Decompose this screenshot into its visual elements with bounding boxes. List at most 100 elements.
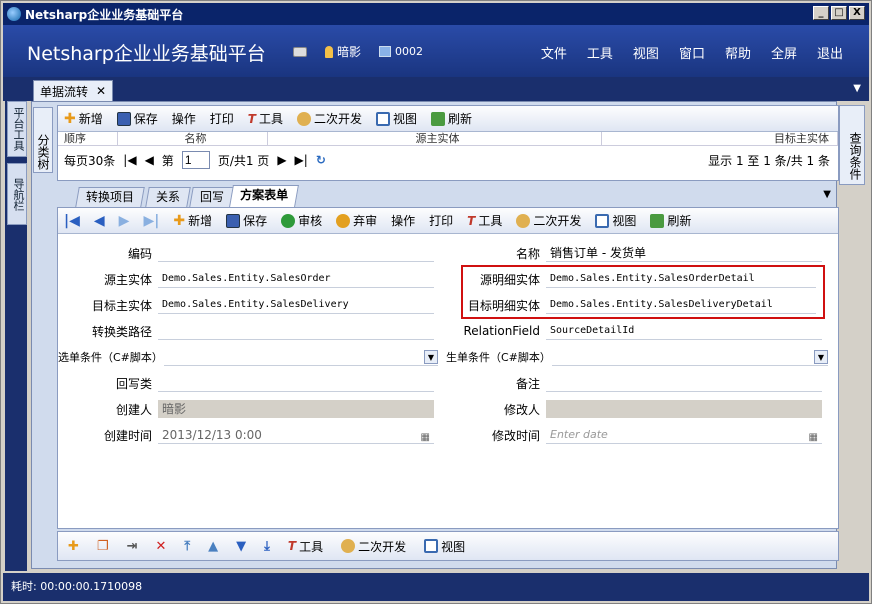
class-path-field[interactable]: [158, 322, 434, 340]
list-panel: ✚ 新增 保存 操作 打印 T 工具 二次开发 视图 刷新 顺序 名称 源主实体 目…: [57, 105, 839, 181]
view-button[interactable]: 视图: [376, 110, 417, 127]
dev-icon: [341, 539, 356, 553]
prev-page-icon[interactable]: ◀: [145, 153, 154, 167]
save-button[interactable]: 保存: [116, 110, 158, 127]
move-top-icon[interactable]: ⤒: [184, 539, 190, 554]
next-record-icon[interactable]: ▶: [119, 213, 130, 229]
query-conditions-tab[interactable]: 查询条件: [839, 105, 865, 185]
writeback-field[interactable]: [158, 374, 434, 392]
col-source-main[interactable]: 源主实体: [268, 132, 602, 145]
relation-field-label: RelationField: [463, 324, 540, 338]
form-tools-button[interactable]: T 工具: [467, 212, 502, 229]
maximize-button[interactable]: □: [831, 6, 847, 20]
name-field[interactable]: 销售订单 - 发货单: [546, 244, 822, 262]
target-main-field[interactable]: Demo.Sales.Entity.SalesDelivery: [158, 296, 434, 314]
terminal-info: 0002: [379, 45, 423, 58]
col-target-main[interactable]: 目标主实体: [602, 132, 838, 145]
relation-field[interactable]: SourceDetailId: [546, 322, 822, 340]
last-page-icon[interactable]: ▶|: [295, 153, 308, 167]
left-tab-navigation[interactable]: 导航栏: [7, 163, 27, 225]
add-row-icon[interactable]: ✚: [68, 539, 79, 554]
menu-help[interactable]: 帮助: [725, 43, 751, 62]
reload-icon[interactable]: ↻: [316, 153, 326, 167]
grid-header: 顺序 名称 源主实体 目标主实体: [58, 132, 838, 146]
source-main-field[interactable]: Demo.Sales.Entity.SalesOrder: [158, 270, 434, 288]
dev-button[interactable]: 二次开发: [297, 110, 362, 127]
calendar-icon[interactable]: ▦: [809, 429, 818, 443]
doc-tab[interactable]: 单据流转 ✕: [33, 80, 114, 101]
doc-tab-label: 单据流转: [40, 84, 89, 99]
tools-button[interactable]: T 工具: [248, 110, 283, 127]
form-add-button[interactable]: ✚ 新增: [173, 212, 212, 229]
unaudit-button[interactable]: 弃审: [336, 212, 377, 229]
operate-button[interactable]: 操作: [172, 110, 196, 127]
category-tree-tab[interactable]: 分类树: [33, 107, 53, 173]
move-bottom-icon[interactable]: ⤓: [264, 539, 270, 554]
calendar-icon[interactable]: ▦: [421, 429, 430, 443]
tabs-dropdown-icon[interactable]: ▼: [823, 189, 831, 200]
close-button[interactable]: X: [849, 6, 865, 20]
list-toolbar: ✚ 新增 保存 操作 打印 T 工具 二次开发 视图 刷新: [58, 106, 838, 132]
minimize-button[interactable]: _: [813, 6, 829, 20]
code-field[interactable]: [158, 244, 434, 262]
menu-window[interactable]: 窗口: [679, 43, 705, 62]
menu-fullscreen[interactable]: 全屏: [771, 43, 797, 62]
copy-row-icon[interactable]: ❐: [97, 539, 109, 554]
refresh-icon: [431, 111, 446, 126]
form-save-button[interactable]: 保存: [226, 212, 267, 229]
form-print-button[interactable]: 打印: [429, 212, 453, 229]
detail-dev-button[interactable]: 二次开发: [341, 538, 406, 555]
menu-view[interactable]: 视图: [633, 43, 659, 62]
page-size[interactable]: 每页30条: [64, 152, 115, 169]
first-page-icon[interactable]: |◀: [123, 153, 136, 167]
print-button[interactable]: 打印: [210, 110, 234, 127]
detail-view-button[interactable]: 视图: [424, 538, 465, 555]
computer-icon: [379, 46, 392, 57]
move-up-icon[interactable]: ▲: [208, 539, 218, 554]
detail-tools-button[interactable]: T 工具: [288, 538, 323, 555]
next-page-icon[interactable]: ▶: [277, 153, 286, 167]
user-icon: [325, 45, 333, 58]
remark-field[interactable]: [546, 374, 822, 392]
tab-scheme-form[interactable]: 方案表单: [229, 185, 299, 207]
last-record-icon[interactable]: ▶|: [143, 213, 159, 229]
delete-row-icon[interactable]: ✕: [155, 539, 166, 554]
form-operate-button[interactable]: 操作: [391, 212, 415, 229]
chevron-down-icon[interactable]: ▼: [424, 350, 438, 364]
save-icon: [226, 213, 241, 228]
generate-condition-label: 生单条件（C#脚本）: [446, 351, 551, 364]
form-refresh-button[interactable]: 刷新: [650, 212, 691, 229]
add-button[interactable]: ✚ 新增: [64, 110, 103, 127]
menu-tools[interactable]: 工具: [587, 43, 613, 62]
menu-exit[interactable]: 退出: [817, 43, 843, 62]
app-title: Netsharp企业业务基础平台: [27, 43, 266, 65]
col-name[interactable]: 名称: [118, 132, 268, 145]
col-order[interactable]: 顺序: [58, 132, 118, 145]
left-tab-platform-tools[interactable]: 平台工具: [7, 101, 27, 157]
save-icon: [116, 111, 131, 126]
tab-relations[interactable]: 关系: [145, 187, 191, 207]
menu-file[interactable]: 文件: [541, 43, 567, 62]
camera-icon[interactable]: [293, 46, 307, 57]
close-tab-icon[interactable]: ✕: [96, 84, 106, 98]
remark-label: 备注: [515, 376, 540, 391]
first-record-icon[interactable]: |◀: [64, 213, 80, 229]
form-view-button[interactable]: 视图: [595, 212, 636, 229]
refresh-button[interactable]: 刷新: [431, 110, 472, 127]
insert-row-icon[interactable]: ⇥: [127, 539, 138, 554]
page-total: 页/共1 页: [217, 153, 270, 168]
generate-condition-combo[interactable]: ▼: [552, 348, 828, 366]
plus-icon: ✚: [173, 212, 186, 229]
tab-convert-items[interactable]: 转换项目: [75, 187, 145, 207]
page-input[interactable]: [181, 151, 210, 169]
tab-writeback[interactable]: 回写: [189, 187, 235, 207]
tab-dropdown-icon[interactable]: ▼: [853, 83, 861, 94]
form-dev-button[interactable]: 二次开发: [516, 212, 581, 229]
view-icon: [595, 213, 610, 228]
modified-time-field[interactable]: Enter date ▦: [546, 426, 822, 444]
select-condition-combo[interactable]: ▼: [164, 348, 438, 366]
chevron-down-icon[interactable]: ▼: [814, 350, 828, 364]
prev-record-icon[interactable]: ◀: [94, 213, 105, 229]
audit-button[interactable]: 审核: [281, 212, 322, 229]
move-down-icon[interactable]: ▼: [236, 539, 246, 554]
